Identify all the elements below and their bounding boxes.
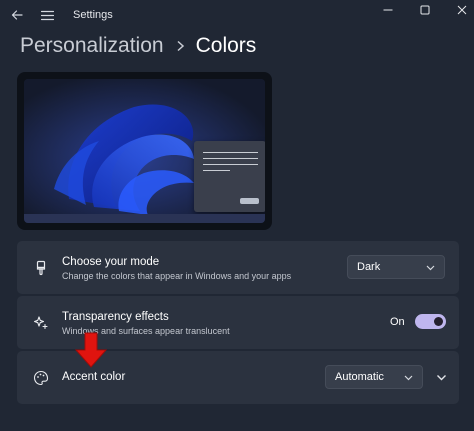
preview-window bbox=[194, 141, 265, 212]
page-title: Colors bbox=[195, 34, 257, 57]
mode-dropdown-value: Dark bbox=[357, 261, 381, 273]
toggle-knob bbox=[434, 317, 443, 326]
title-bar: Settings bbox=[0, 0, 474, 30]
desktop-wallpaper-preview bbox=[24, 79, 265, 223]
mode-description: Change the colors that appear in Windows… bbox=[62, 271, 292, 281]
chevron-down-icon bbox=[404, 373, 413, 382]
accent-dropdown[interactable]: Automatic bbox=[325, 365, 423, 389]
mode-title: Choose your mode bbox=[62, 256, 160, 268]
breadcrumb-parent[interactable]: Personalization bbox=[20, 34, 164, 58]
chevron-right-icon bbox=[176, 40, 185, 52]
maximize-icon[interactable] bbox=[415, 2, 435, 18]
paintbrush-icon bbox=[32, 259, 50, 277]
transparency-state-label: On bbox=[390, 316, 405, 328]
theme-preview bbox=[17, 72, 272, 230]
accent-title: Accent color bbox=[62, 371, 126, 383]
chevron-down-icon bbox=[426, 263, 435, 272]
transparency-title: Transparency effects bbox=[62, 311, 169, 323]
close-icon[interactable] bbox=[452, 2, 472, 18]
accent-dropdown-value: Automatic bbox=[335, 371, 384, 383]
mode-setting-card: Choose your mode Change the colors that … bbox=[17, 241, 459, 294]
app-title: Settings bbox=[73, 9, 113, 21]
expand-chevron-icon[interactable] bbox=[436, 372, 447, 383]
sparkle-icon bbox=[32, 314, 50, 332]
arrow-left-icon[interactable] bbox=[8, 7, 26, 23]
palette-icon bbox=[32, 369, 50, 387]
preview-taskbar bbox=[24, 214, 265, 223]
breadcrumb: Personalization Colors bbox=[20, 32, 256, 60]
annotation-arrow-icon bbox=[74, 332, 108, 368]
hamburger-icon[interactable] bbox=[38, 7, 56, 23]
transparency-toggle[interactable] bbox=[415, 314, 446, 329]
minimize-icon[interactable] bbox=[378, 2, 398, 18]
mode-dropdown[interactable]: Dark bbox=[347, 255, 445, 279]
